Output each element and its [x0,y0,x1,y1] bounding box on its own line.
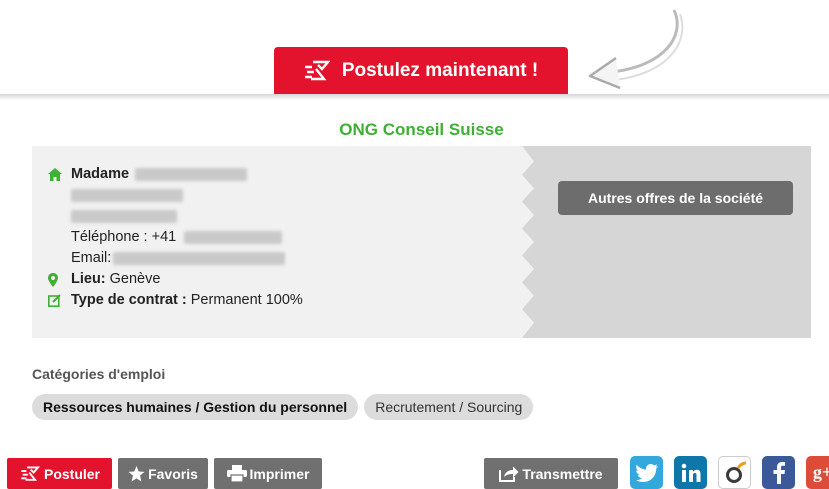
print-button[interactable]: Imprimer [214,458,322,489]
edit-icon [48,294,66,307]
other-offers-button[interactable]: Autres offres de la société [558,181,793,215]
sidebar-panel [522,146,811,338]
redacted-name [135,168,248,181]
contact-salutation: Madame [71,166,130,182]
forward-button-label: Transmettre [522,465,603,482]
apply-now-button[interactable]: Postulez maintenant ! [274,47,568,95]
favorites-button[interactable]: Favoris [118,458,208,489]
linkedin-icon[interactable] [674,456,707,489]
home-icon [48,168,66,181]
share-icon [499,466,519,482]
category-tags: Ressources humaines / Gestion du personn… [32,394,534,420]
send-mail-icon [21,466,41,481]
redacted-email [113,252,286,265]
redacted-phone [184,231,283,244]
send-mail-icon [304,60,330,81]
redacted-address-line [71,188,183,202]
print-button-label: Imprimer [249,465,310,482]
phone-label: Téléphone : +41 [71,229,177,245]
printer-icon [226,465,247,482]
apply-now-label: Postulez maintenant ! [341,60,539,81]
odnoklassniki-icon[interactable] [718,456,751,489]
forward-button[interactable]: Transmettre [484,458,618,489]
favorites-button-label: Favoris [148,465,198,482]
apply-button[interactable]: Postuler [7,458,112,489]
categories-title: Catégories d'emploi [32,366,166,382]
contact-block: Madame Téléphone : +41 Email: Lieu: Genè… [48,164,303,311]
star-icon [128,465,145,482]
curved-arrow-icon [588,9,684,90]
google-plus-icon[interactable]: g+ [806,456,829,489]
twitter-icon[interactable] [630,456,663,489]
redacted-address-line [71,209,177,223]
category-tag-hr[interactable]: Ressources humaines / Gestion du personn… [32,394,359,420]
header-divider [0,94,829,100]
facebook-icon[interactable] [762,456,795,489]
email-label: Email: [71,250,112,266]
job-info-panel: Madame Téléphone : +41 Email: Lieu: Genè… [32,146,811,338]
category-tag-recruitment[interactable]: Recrutement / Sourcing [364,394,534,420]
location-label: Lieu: [71,271,106,287]
location-value: Genève [109,271,161,287]
company-name: ONG Conseil Suisse [339,120,504,139]
map-marker-icon [48,272,66,287]
contract-value: Permanent 100% [190,292,303,308]
apply-button-label: Postuler [43,465,100,482]
contract-label: Type de contrat : [71,292,187,308]
